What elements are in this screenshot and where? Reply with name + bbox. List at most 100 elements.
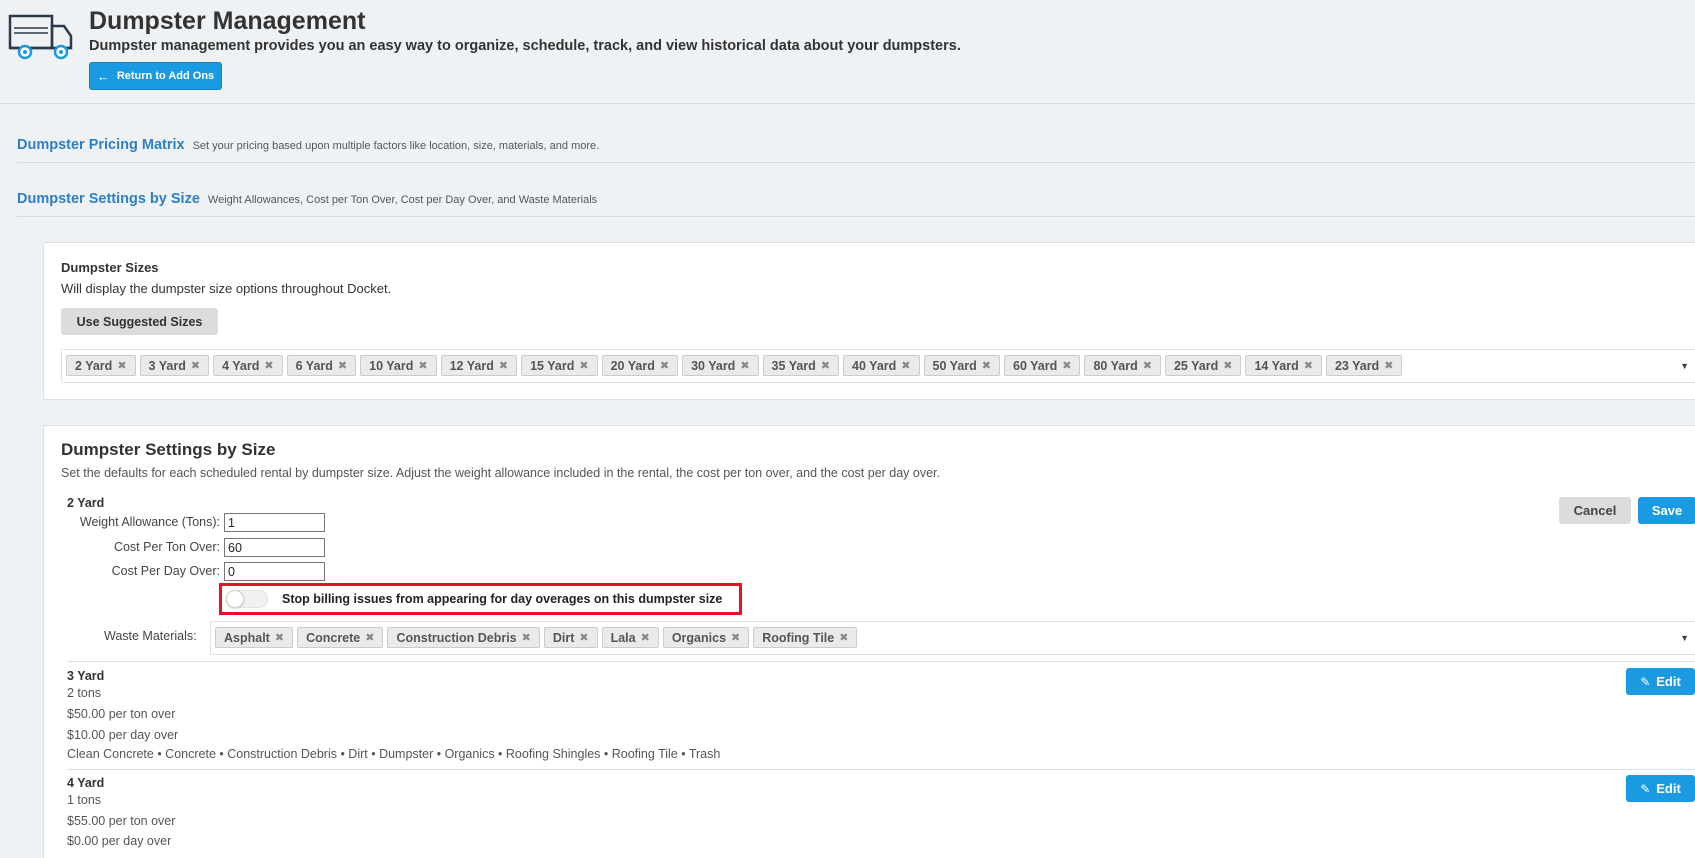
remove-tag-icon[interactable]: ✖ (1304, 359, 1313, 372)
day-overage-toggle-switch[interactable] (226, 590, 268, 608)
remove-tag-icon[interactable]: ✖ (191, 359, 200, 372)
size-tag: 35 Yard ✖ (762, 355, 840, 376)
size-tag-label: 6 Yard (295, 358, 333, 373)
section-settings-by-size-desc: Weight Allowances, Cost per Ton Over, Co… (207, 194, 598, 206)
size-tag: 80 Yard ✖ (1084, 355, 1161, 376)
waste-material-tag-label: Asphalt (224, 630, 270, 645)
edit-3-yard-button[interactable]: ✎ Edit (1626, 668, 1695, 695)
cost-per-ton-input[interactable] (224, 538, 325, 557)
remove-tag-icon[interactable]: ✖ (982, 359, 991, 372)
size-tag: 3 Yard ✖ (139, 355, 210, 376)
remove-tag-icon[interactable]: ✖ (499, 359, 508, 372)
remove-tag-icon[interactable]: ✖ (740, 359, 749, 372)
divider (17, 162, 1695, 163)
size-tag: 50 Yard ✖ (923, 355, 1000, 376)
waste-material-tag-label: Concrete (306, 630, 361, 645)
cancel-button[interactable]: Cancel (1559, 497, 1631, 524)
remove-tag-icon[interactable]: ✖ (418, 359, 427, 372)
cost-per-day-input[interactable] (224, 562, 325, 581)
save-button[interactable]: Save (1638, 497, 1695, 524)
truck-icon (8, 14, 73, 60)
size-tag-label: 10 Yard (369, 358, 414, 373)
waste-material-tag: Construction Debris ✖ (387, 627, 540, 648)
remove-tag-icon[interactable]: ✖ (839, 631, 848, 644)
waste-material-tag: Roofing Tile ✖ (753, 627, 858, 648)
pencil-icon: ✎ (1640, 781, 1651, 796)
remove-tag-icon[interactable]: ✖ (579, 359, 588, 372)
dumpster-sizes-card: Dumpster Sizes Will display the dumpster… (43, 242, 1695, 400)
size-tag-label: 60 Yard (1013, 358, 1058, 373)
size-tag: 25 Yard ✖ (1164, 355, 1242, 376)
row-tons: 1 tons (67, 793, 102, 807)
row-size: 3 Yard (67, 669, 105, 683)
remove-tag-icon[interactable]: ✖ (1384, 359, 1393, 372)
remove-tag-icon[interactable]: ✖ (1062, 359, 1071, 372)
waste-material-tag: Asphalt ✖ (215, 627, 294, 648)
size-tag: 10 Yard ✖ (360, 355, 437, 376)
remove-tag-icon[interactable]: ✖ (338, 359, 347, 372)
size-tag: 6 Yard ✖ (286, 355, 357, 376)
size-tag-label: 50 Yard (932, 358, 977, 373)
day-overage-toggle-label: Stop billing issues from appearing for d… (282, 592, 723, 606)
remove-tag-icon[interactable]: ✖ (901, 359, 910, 372)
return-to-add-ons-button[interactable]: ← Return to Add Ons (89, 62, 222, 90)
waste-materials-multiselect[interactable]: Asphalt ✖ Concrete ✖ Construction Debris ✖ Dir… (210, 621, 1695, 655)
section-pricing-matrix-title[interactable]: Dumpster Pricing Matrix (17, 137, 185, 153)
settings-by-size-card: Dumpster Settings by Size Set the defaul… (43, 425, 1695, 858)
row-tons: 2 tons (67, 686, 102, 700)
waste-material-tag: Organics ✖ (662, 627, 750, 648)
editing-size-label: 2 Yard (67, 496, 105, 510)
arrow-left-icon: ← (96, 68, 110, 84)
edit-4-yard-button[interactable]: ✎ Edit (1626, 775, 1695, 802)
waste-material-tag-label: Lala (610, 630, 636, 645)
remove-tag-icon[interactable]: ✖ (275, 631, 284, 644)
remove-tag-icon[interactable]: ✖ (117, 359, 126, 372)
waste-material-tag-label: Dirt (552, 630, 575, 645)
edit-label: Edit (1656, 781, 1681, 796)
cost-per-ton-label: Cost Per Ton Over: (113, 540, 220, 554)
use-suggested-sizes-button[interactable]: Use Suggested Sizes (61, 308, 218, 335)
waste-material-tag-label: Construction Debris (396, 630, 517, 645)
section-pricing-matrix[interactable]: Dumpster Pricing Matrix Set your pricing… (17, 137, 599, 153)
size-tag-label: 12 Yard (449, 358, 494, 373)
remove-tag-icon[interactable]: ✖ (1223, 359, 1232, 372)
remove-tag-icon[interactable]: ✖ (264, 359, 273, 372)
waste-material-tag-label: Organics (671, 630, 727, 645)
size-tag: 20 Yard ✖ (601, 355, 679, 376)
remove-tag-icon[interactable]: ✖ (365, 631, 374, 644)
size-tag: 60 Yard ✖ (1004, 355, 1081, 376)
chevron-down-icon[interactable]: ▼ (1680, 633, 1689, 643)
remove-tag-icon[interactable]: ✖ (821, 359, 830, 372)
settings-by-size-title: Dumpster Settings by Size (61, 440, 276, 459)
remove-tag-icon[interactable]: ✖ (579, 631, 588, 644)
remove-tag-icon[interactable]: ✖ (1143, 359, 1152, 372)
size-tag: 40 Yard ✖ (843, 355, 920, 376)
size-tag: 2 Yard ✖ (66, 355, 136, 376)
size-tag-label: 3 Yard (148, 358, 186, 373)
dumpster-sizes-desc: Will display the dumpster size options t… (61, 281, 392, 296)
dumpster-sizes-title: Dumpster Sizes (61, 260, 159, 275)
settings-by-size-desc: Set the defaults for each scheduled rent… (61, 466, 941, 480)
row-size: 4 Yard (67, 776, 105, 790)
waste-tag-list: Asphalt ✖ Concrete ✖ Construction Debris ✖ Dir… (215, 627, 858, 648)
size-tag-label: 20 Yard (610, 358, 655, 373)
row-day-over: $10.00 per day over (67, 728, 179, 742)
remove-tag-icon[interactable]: ✖ (522, 631, 531, 644)
remove-tag-icon[interactable]: ✖ (731, 631, 740, 644)
section-settings-by-size-title[interactable]: Dumpster Settings by Size (17, 191, 200, 207)
remove-tag-icon[interactable]: ✖ (641, 631, 650, 644)
row-divider (67, 769, 1695, 770)
chevron-down-icon[interactable]: ▼ (1680, 361, 1689, 371)
pencil-icon: ✎ (1640, 674, 1651, 689)
remove-tag-icon[interactable]: ✖ (660, 359, 669, 372)
day-overage-billing-toggle-row: Stop billing issues from appearing for d… (219, 583, 742, 615)
size-tag: 15 Yard ✖ (521, 355, 598, 376)
section-settings-by-size[interactable]: Dumpster Settings by Size Weight Allowan… (17, 191, 597, 207)
weight-allowance-input[interactable] (224, 513, 325, 532)
size-tag-list: 2 Yard ✖ 3 Yard ✖ 4 Yard ✖ 6 Yard ✖ 10 Yard ✖ 12 Y… (66, 355, 1403, 376)
page-header: Dumpster Management Dumpster management … (0, 0, 1695, 104)
dumpster-sizes-multiselect[interactable]: 2 Yard ✖ 3 Yard ✖ 4 Yard ✖ 6 Yard ✖ 10 Yard ✖ 12 Y… (61, 349, 1695, 383)
waste-materials-label: Waste Materials: (104, 629, 197, 643)
size-tag-label: 30 Yard (691, 358, 736, 373)
weight-allowance-label: Weight Allowance (Tons): (79, 515, 220, 529)
